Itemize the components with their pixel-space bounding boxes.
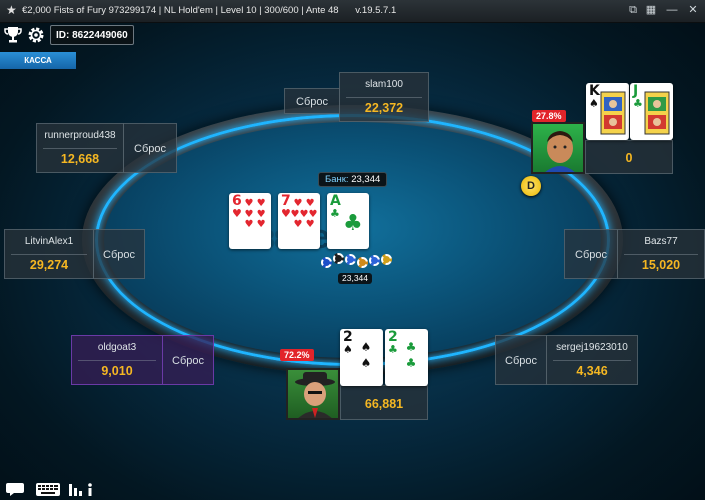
chip-icon [369,255,380,266]
toolbar: ID: 8622449060 [0,22,140,50]
keyboard-icon[interactable] [35,481,61,497]
chip-icon [345,254,356,265]
pot-title: Банк: [325,174,349,185]
player-stack: 12,668 [60,152,100,166]
fold-label: Сброс [123,123,177,173]
player-name: Bazs77 [644,236,678,247]
card-suit: ♠ [589,97,599,110]
chat-icon[interactable] [5,481,29,497]
trophy-icon[interactable] [2,24,24,46]
seat-slam100[interactable]: slam100 22,372 [339,72,429,122]
divider [78,360,156,361]
dealer-button: D [521,176,541,196]
restore-icon[interactable]: ⧉ [626,4,640,17]
player-stack: 4,346 [576,364,608,378]
player-stack: 15,020 [641,258,681,272]
divider [624,254,698,255]
card-rank: A [330,193,341,209]
card-suit: ♣ [330,207,340,220]
divider [43,148,117,149]
player-stack: 29,274 [29,258,69,272]
club-pips: ♣ ♣ [405,340,417,370]
window-title-wrap: €2,000 Fists of Fury 973299174 | NL Hold… [22,5,396,16]
divider [11,254,87,255]
chip-icon [381,254,392,265]
seat-bazs77[interactable]: Bazs77 15,020 [617,229,705,279]
player-stack: 9,010 [101,364,133,378]
tile-icon[interactable]: ▦ [644,4,658,17]
player-stack: 66,881 [364,397,404,411]
chip-icon [357,257,368,268]
seat-litvinalex1[interactable]: LitvinAlex1 29,274 [4,229,94,279]
window-titlebar: ★ €2,000 Fists of Fury 973299174 | NL Ho… [0,0,705,23]
card-suit: ♣ [633,97,643,110]
jack-face-icon [644,91,670,135]
gear-icon[interactable] [25,24,47,46]
board-card-1: 6 ♥ ♥ ♥ ♥ ♥ ♥ ♥ [229,193,271,249]
seat-sergej19623010[interactable]: sergej19623010 4,346 [546,335,638,385]
seat-hero[interactable]: 66,881 [340,385,428,420]
stats-icon[interactable] [68,481,96,497]
fold-label: Сброс [284,88,340,114]
window-title: €2,000 Fists of Fury 973299174 | NL Hold… [22,5,339,16]
board-card-2: 7 ♥ ♥ ♥ ♥♥♥ ♥ ♥ [278,193,320,249]
seat-oldgoat3[interactable]: oldgoat3 9,010 [71,335,163,385]
club-icon: ♣ [343,211,363,236]
fold-label: Сброс [162,335,214,385]
player-avatar-icon [545,131,575,172]
player-id: ID: 8622449060 [50,25,134,45]
card-rank: K [589,83,600,99]
board-card-3: A ♣ ♣ [327,193,369,249]
bottom-toolbar [0,478,120,500]
player-name: sergej19623010 [556,342,628,353]
player-stack: 22,372 [364,101,404,115]
king-face-icon [600,91,626,135]
card-rank: J [633,83,639,99]
heart-pips: ♥ ♥ ♥♥♥ ♥ ♥ [290,198,318,230]
player-name: slam100 [365,79,403,90]
avatar [531,122,585,174]
close-icon[interactable]: ✕ [686,4,700,17]
minimize-icon[interactable]: — [665,4,679,17]
player-name: oldgoat3 [97,342,137,353]
star-icon[interactable]: ★ [6,3,17,17]
avatar [286,368,340,420]
seat-allin-player[interactable]: 0 [585,140,673,174]
villain-card-2: J ♣ [630,83,673,140]
hero-card-1: 2 ♠ ♠ ♠ [340,329,383,386]
player-stack: 0 [625,151,633,165]
seat-runnerproud438[interactable]: runnerproud438 12,668 [36,123,124,173]
divider [553,360,631,361]
pot-label: Банк: 23,344 [318,172,388,187]
hero-card-2: 2 ♣ ♣ ♣ [385,329,428,386]
version-label: v.19.5.7.1 [355,5,397,16]
pot-value: 23,344 [351,174,381,185]
equity-badge: 72.2% [280,349,314,361]
spade-pips: ♠ ♠ [360,340,372,370]
chip-icon [321,257,332,268]
divider [346,97,422,98]
fold-label: Сброс [495,335,547,385]
gangster-avatar-icon [295,372,335,418]
cashier-button[interactable]: КАССА [0,52,76,69]
chip-total: 23,344 [338,273,372,284]
player-name: runnerproud438 [44,130,116,141]
chip-icon [333,253,344,264]
player-name: LitvinAlex1 [24,236,74,247]
equity-badge: 27.8% [532,110,566,122]
villain-card-1: K ♠ [586,83,629,140]
fold-label: Сброс [564,229,618,279]
heart-pips: ♥ ♥ ♥ ♥ ♥ ♥ [244,198,266,230]
fold-label: Сброс [93,229,145,279]
